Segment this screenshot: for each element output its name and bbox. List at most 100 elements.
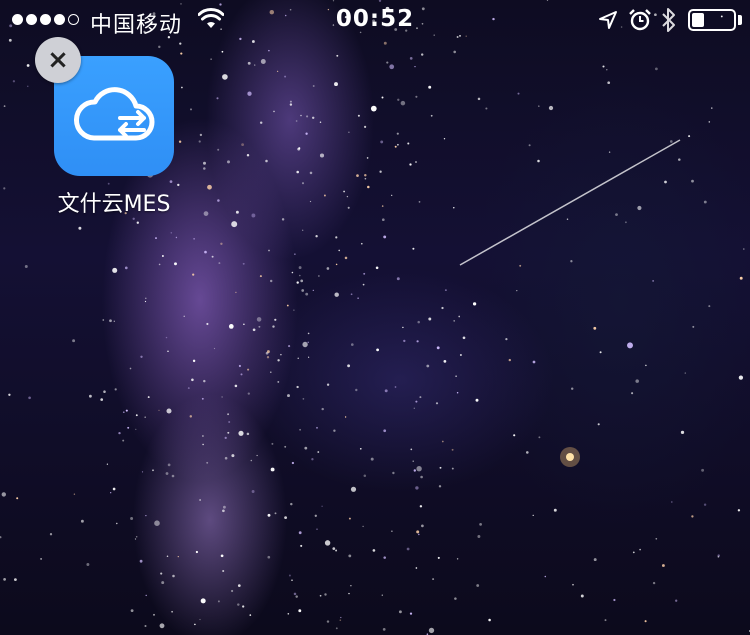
star <box>309 200 312 203</box>
star <box>397 143 399 146</box>
star <box>207 184 212 190</box>
star <box>344 416 347 418</box>
star <box>572 583 574 586</box>
star <box>384 389 388 393</box>
star <box>306 115 309 118</box>
star <box>297 147 301 151</box>
star <box>691 515 694 518</box>
star <box>116 522 118 525</box>
star <box>394 386 397 388</box>
star <box>297 357 299 359</box>
star <box>217 148 220 151</box>
star <box>340 616 342 619</box>
star <box>454 597 457 600</box>
star <box>413 407 415 409</box>
star <box>379 170 382 173</box>
star <box>692 325 695 328</box>
star <box>193 238 195 240</box>
star <box>89 394 92 398</box>
star <box>291 461 295 465</box>
star <box>453 206 455 209</box>
star <box>296 170 300 174</box>
star <box>109 319 112 323</box>
star <box>664 180 667 184</box>
star <box>456 558 459 560</box>
star <box>437 556 440 559</box>
star <box>691 179 694 183</box>
star <box>204 250 207 254</box>
star <box>350 584 352 587</box>
delete-app-button[interactable]: × <box>35 37 81 83</box>
star <box>171 474 175 478</box>
star <box>247 368 250 371</box>
star <box>392 471 395 475</box>
star <box>296 385 299 389</box>
star <box>298 531 302 535</box>
star <box>250 459 253 462</box>
star <box>364 174 367 177</box>
star <box>187 387 190 390</box>
star <box>400 100 406 106</box>
star <box>256 454 258 457</box>
star <box>86 563 90 566</box>
star <box>112 487 116 491</box>
star <box>316 426 318 429</box>
home-screen: 中国移动 00:52 文什云MES × <box>0 0 750 635</box>
star <box>409 612 413 615</box>
star <box>238 364 241 368</box>
star <box>191 378 194 382</box>
star <box>519 264 522 267</box>
star <box>237 584 241 587</box>
star <box>357 297 359 299</box>
star <box>553 508 557 512</box>
star <box>49 533 53 536</box>
star <box>203 167 206 170</box>
star <box>288 345 291 348</box>
star <box>145 514 147 517</box>
star <box>416 530 420 534</box>
star <box>289 100 292 103</box>
star <box>420 475 423 479</box>
star <box>268 49 270 52</box>
star <box>304 446 308 450</box>
star <box>410 448 413 451</box>
star <box>339 619 342 621</box>
star <box>319 121 322 123</box>
star <box>140 355 143 358</box>
bright-star <box>566 453 574 461</box>
star <box>170 232 173 234</box>
star <box>680 430 685 435</box>
star <box>532 360 536 364</box>
star <box>259 275 262 278</box>
star <box>287 394 290 398</box>
star <box>348 554 352 558</box>
star <box>380 140 384 144</box>
star <box>453 50 457 54</box>
star <box>192 359 196 363</box>
star <box>169 180 173 183</box>
star <box>336 54 339 57</box>
star <box>299 274 301 277</box>
star <box>235 210 239 214</box>
star <box>413 469 416 472</box>
star <box>639 548 641 551</box>
star <box>364 177 367 180</box>
star <box>166 408 172 414</box>
star <box>201 397 204 400</box>
star <box>189 415 193 418</box>
star <box>394 145 397 148</box>
star <box>318 275 320 277</box>
star <box>348 517 351 520</box>
star <box>202 443 204 446</box>
star <box>544 575 547 578</box>
star <box>3 105 6 107</box>
star <box>242 605 245 608</box>
star <box>670 501 673 503</box>
battery-level <box>692 13 704 27</box>
star <box>372 549 376 552</box>
star <box>217 600 220 603</box>
star <box>0 536 2 539</box>
star <box>127 426 130 429</box>
star <box>3 187 6 190</box>
star <box>311 116 315 120</box>
